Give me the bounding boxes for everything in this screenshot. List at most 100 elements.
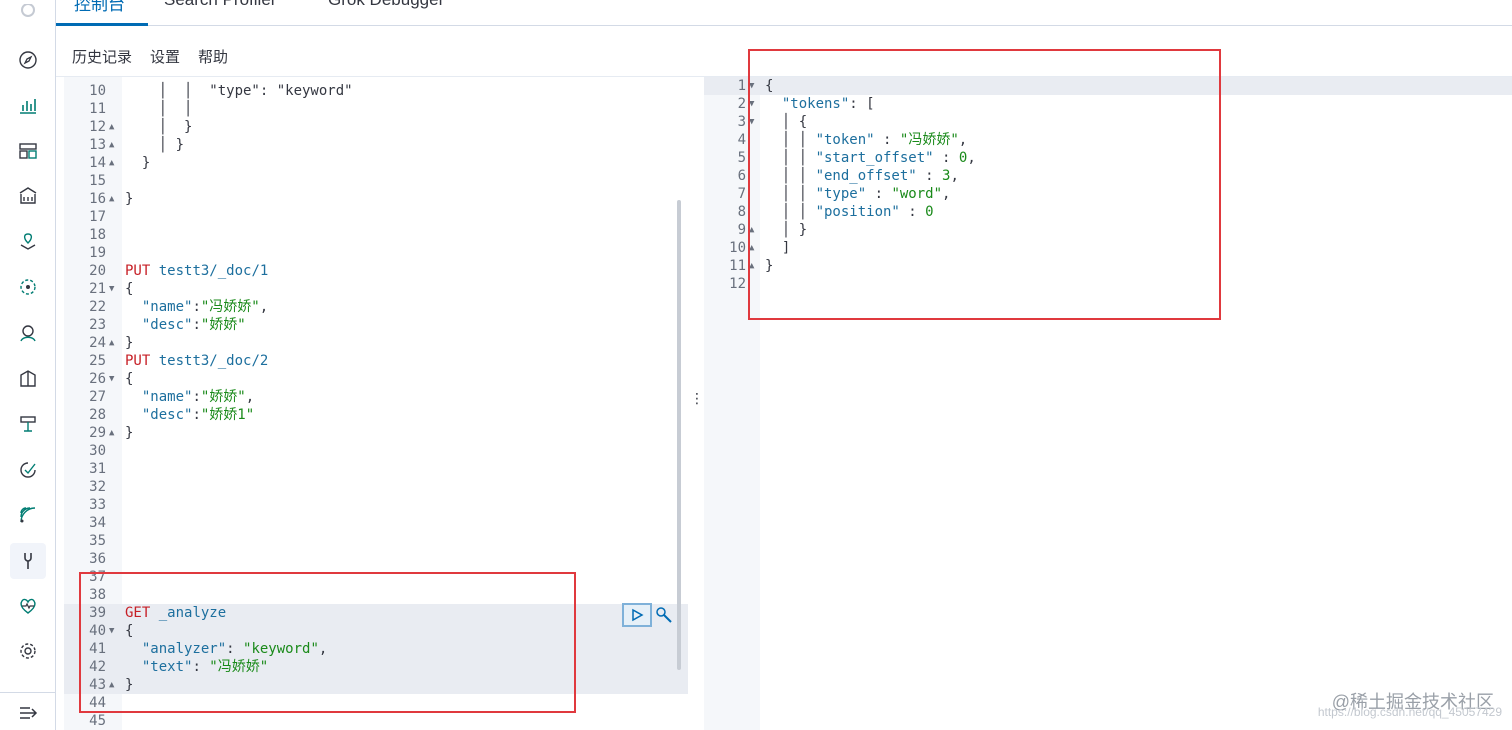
editor-line[interactable]: 28 "desc":"娇娇1": [64, 406, 688, 424]
line-number: 31: [89, 461, 106, 477]
fold-toggle-icon[interactable]: ▲: [109, 424, 114, 442]
dev-tools-icon[interactable]: [10, 543, 46, 579]
editor-line[interactable]: 22 "name":"冯娇娇",: [64, 298, 688, 316]
line-number: 2: [737, 96, 746, 112]
line-number: 13: [89, 137, 106, 153]
editor-line[interactable]: 15: [64, 172, 688, 190]
fold-toggle-icon[interactable]: ▲: [109, 190, 114, 208]
line-number: 11: [729, 258, 746, 274]
line-number: 21: [89, 281, 106, 297]
fold-toggle-icon[interactable]: ▲: [109, 136, 114, 154]
editor-line[interactable]: 33: [64, 496, 688, 514]
fleet-icon[interactable]: [14, 501, 42, 529]
gear-icon[interactable]: [14, 637, 42, 665]
line-number: 1: [737, 78, 746, 94]
tab-grok-debugger[interactable]: Grok Debugger: [328, 0, 444, 10]
devtools-tabs: 控制台 Search Profiler Grok Debugger: [56, 0, 1512, 26]
editor-line[interactable]: 32: [64, 478, 688, 496]
code-text: "desc":"娇娇1": [141, 407, 255, 423]
line-number: 24: [89, 335, 106, 351]
editor-line[interactable]: 14 ▲ }: [64, 154, 688, 172]
line-number: 12: [89, 119, 106, 135]
editor-line[interactable]: 17: [64, 208, 688, 226]
editor-line[interactable]: 11 │ │: [64, 100, 688, 118]
code-text: PUT testt3/_doc/2: [125, 353, 269, 369]
line-number: 9: [737, 222, 746, 238]
line-number: 15: [89, 173, 106, 189]
editor-line[interactable]: 31: [64, 460, 688, 478]
fold-toggle-icon[interactable]: ▲: [109, 154, 114, 172]
annotation-box-request: [79, 572, 576, 713]
ml-icon[interactable]: [14, 273, 42, 301]
editor-line[interactable]: 27 "name":"娇娇",: [64, 388, 688, 406]
line-number: 7: [737, 186, 746, 202]
code-text: "name":"冯娇娇",: [141, 299, 269, 315]
run-request-button[interactable]: [622, 603, 652, 627]
line-number: 5: [737, 150, 746, 166]
editor-line[interactable]: 35: [64, 532, 688, 550]
line-number: 45: [89, 713, 106, 729]
logo-icon[interactable]: [14, 0, 42, 28]
editor-line[interactable]: 19: [64, 244, 688, 262]
fold-toggle-icon[interactable]: ▲: [109, 334, 114, 352]
line-number: 23: [89, 317, 106, 333]
editor-line[interactable]: 26 ▼ {: [64, 370, 688, 388]
editor-line[interactable]: 29 ▲}: [64, 424, 688, 442]
line-number: 28: [89, 407, 106, 423]
code-text: │ }: [125, 137, 185, 153]
rail-footer: [0, 692, 56, 730]
editor-line[interactable]: 36: [64, 550, 688, 568]
canvas-icon[interactable]: [14, 182, 42, 210]
line-number: 10: [729, 240, 746, 256]
editor-line[interactable]: 25 PUT testt3/_doc/2: [64, 352, 688, 370]
editor-line[interactable]: 21 ▼ {: [64, 280, 688, 298]
dashboard-icon[interactable]: [14, 137, 42, 165]
fold-toggle-icon[interactable]: ▼: [109, 370, 114, 388]
line-number: 30: [89, 443, 106, 459]
line-number: 17: [89, 209, 106, 225]
nav-rail: [0, 0, 56, 730]
line-number: 11: [89, 101, 106, 117]
fold-toggle-icon[interactable]: ▼: [109, 280, 114, 298]
editor-line[interactable]: 13 ▲ │ }: [64, 136, 688, 154]
monitoring-icon[interactable]: [14, 592, 42, 620]
settings-link[interactable]: 设置: [150, 46, 180, 67]
editor-line[interactable]: 10 │ │ "type": "keyword": [64, 82, 688, 100]
editor-line[interactable]: 20 PUT testt3/_doc/1: [64, 262, 688, 280]
editor-line[interactable]: 30: [64, 442, 688, 460]
collapse-nav-icon[interactable]: [16, 703, 40, 723]
watermark-url: https://blog.csdn.net/qq_45057429: [1317, 705, 1502, 719]
line-number: 8: [737, 204, 746, 220]
editor-line[interactable]: 34: [64, 514, 688, 532]
code-text: │ │ "type": "keyword": [125, 83, 353, 99]
uptime-icon[interactable]: [14, 410, 42, 438]
maps-icon[interactable]: [14, 228, 42, 256]
fold-toggle-icon[interactable]: ▲: [109, 118, 114, 136]
editor-line[interactable]: 23 "desc":"娇娇": [64, 316, 688, 334]
code-text: }: [125, 191, 134, 207]
chart-icon[interactable]: [14, 91, 42, 119]
line-number: 33: [89, 497, 106, 513]
pane-resize-handle[interactable]: ⋮: [690, 390, 704, 407]
line-number: 16: [89, 191, 106, 207]
apm-icon[interactable]: [14, 365, 42, 393]
line-number: 34: [89, 515, 106, 531]
help-link[interactable]: 帮助: [198, 46, 228, 67]
editor-line[interactable]: 18: [64, 226, 688, 244]
code-text: }: [125, 155, 151, 171]
graph-icon[interactable]: [14, 319, 42, 347]
history-link[interactable]: 历史记录: [72, 46, 132, 67]
tab-search-profiler[interactable]: Search Profiler: [164, 0, 276, 10]
siem-icon[interactable]: [14, 456, 42, 484]
tab-console[interactable]: 控制台: [74, 0, 125, 15]
editor-line[interactable]: 12 ▲ │ }: [64, 118, 688, 136]
line-number: 36: [89, 551, 106, 567]
editor-line[interactable]: 24 ▲}: [64, 334, 688, 352]
editor-scrollbar[interactable]: [677, 200, 681, 670]
code-text: {: [125, 281, 134, 297]
compass-icon[interactable]: [14, 46, 42, 74]
wrench-icon[interactable]: [654, 603, 674, 627]
line-number: 26: [89, 371, 106, 387]
editor-line[interactable]: 45: [64, 712, 688, 730]
editor-line[interactable]: 16 ▲}: [64, 190, 688, 208]
